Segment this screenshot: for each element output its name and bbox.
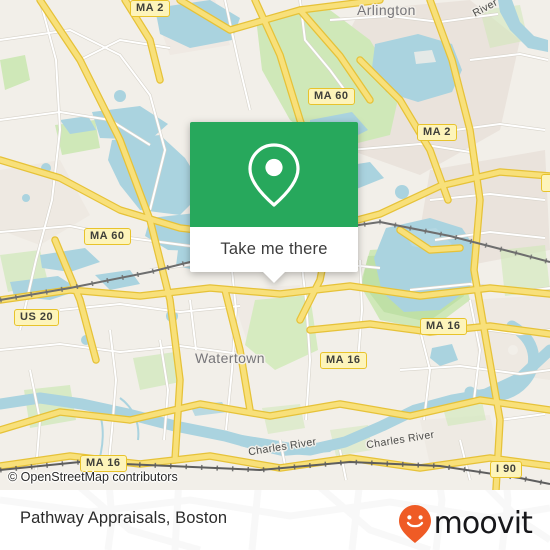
route-shield-i-90[interactable]: I 90 <box>490 461 523 478</box>
destination-popup-card[interactable]: Take me there <box>190 122 358 283</box>
route-shield-ma-2-top[interactable]: MA 2 <box>130 0 170 17</box>
popup-tail <box>263 272 285 283</box>
moovit-wordmark: moovit <box>433 506 533 541</box>
route-shield-ma-60-left[interactable]: MA 60 <box>84 228 131 245</box>
map-canvas[interactable]: Arlington Watertown River Charles River … <box>0 0 550 490</box>
popup-pin-area <box>190 122 358 227</box>
map-pin-icon <box>248 142 300 207</box>
moovit-logo[interactable]: moovit <box>398 504 533 544</box>
location-title: Pathway Appraisals, Boston <box>20 509 228 527</box>
moovit-smiley-pin-icon <box>398 505 431 543</box>
route-shield-ma-16-center[interactable]: MA 16 <box>320 352 367 369</box>
route-shield-ma-60-top[interactable]: MA 60 <box>308 88 355 105</box>
map-screenshot: Arlington Watertown River Charles River … <box>0 0 550 550</box>
popup-action-area[interactable]: Take me there <box>190 227 358 283</box>
route-shield-ma-16-right[interactable]: MA 16 <box>420 318 467 335</box>
map-label-arlington: Arlington <box>357 2 416 18</box>
take-me-there-label: Take me there <box>220 240 328 258</box>
bottom-branding-bar: Pathway Appraisals, Boston moovit <box>0 490 550 550</box>
route-shield-us-20[interactable]: US 20 <box>14 309 60 326</box>
route-shield-edge-right[interactable] <box>541 174 550 192</box>
osm-attribution[interactable]: © OpenStreetMap contributors <box>8 470 178 484</box>
route-shield-ma-2-right[interactable]: MA 2 <box>417 124 457 141</box>
map-label-watertown: Watertown <box>195 350 265 366</box>
